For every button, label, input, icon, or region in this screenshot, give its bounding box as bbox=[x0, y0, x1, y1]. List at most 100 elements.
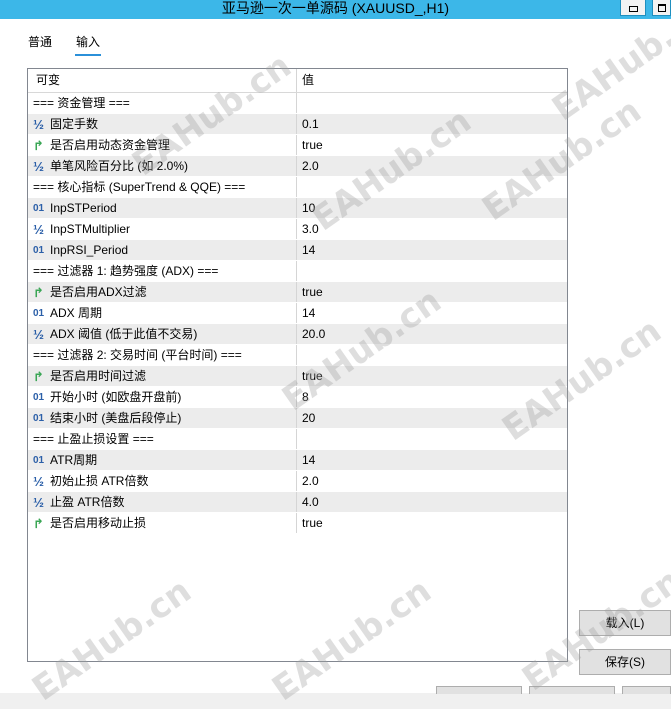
parameter-value-cell[interactable]: true bbox=[298, 282, 567, 302]
parameter-value-cell[interactable]: 10 bbox=[298, 198, 567, 218]
parameter-row[interactable]: ↱ 是否启用时间过滤 true bbox=[28, 366, 567, 387]
parameter-value-cell bbox=[298, 261, 567, 281]
double-type-icon: ½ bbox=[33, 474, 44, 489]
parameter-name: InpSTPeriod bbox=[50, 201, 117, 215]
parameter-value-cell[interactable]: true bbox=[298, 366, 567, 386]
bool-type-icon: ↱ bbox=[33, 285, 44, 300]
section-row[interactable]: === 资金管理 === bbox=[28, 93, 567, 114]
parameter-name: 结束小时 (美盘后段停止) bbox=[50, 411, 182, 425]
window-title: 亚马逊一次一单源码 (XAUUSD_,H1) bbox=[221, 0, 450, 16]
parameter-name-cell: ↱ 是否启用动态资金管理 bbox=[28, 135, 297, 155]
section-row[interactable]: === 止盈止损设置 === bbox=[28, 429, 567, 450]
parameter-name-cell: ↱ 是否启用ADX过滤 bbox=[28, 282, 297, 302]
parameter-value-cell[interactable]: 14 bbox=[298, 450, 567, 470]
parameter-name: 初始止损 ATR倍数 bbox=[50, 474, 149, 488]
parameter-name: 是否启用移动止损 bbox=[50, 516, 147, 530]
parameter-name: === 过滤器 2: 交易时间 (平台时间) === bbox=[33, 348, 242, 362]
section-row[interactable]: === 核心指标 (SuperTrend & QQE) === bbox=[28, 177, 567, 198]
parameter-name-cell: 01 ADX 周期 bbox=[28, 303, 297, 323]
section-row[interactable]: === 过滤器 2: 交易时间 (平台时间) === bbox=[28, 345, 567, 366]
parameter-value-cell[interactable]: 20.0 bbox=[298, 324, 567, 344]
parameter-value-cell[interactable]: 14 bbox=[298, 303, 567, 323]
parameter-name-cell: === 止盈止损设置 === bbox=[28, 429, 297, 449]
parameter-name-cell: ½ ADX 阈值 (低于此值不交易) bbox=[28, 324, 297, 344]
parameter-value-cell bbox=[298, 429, 567, 449]
double-type-icon: ½ bbox=[33, 222, 44, 237]
load-button[interactable]: 载入(L) bbox=[579, 610, 671, 636]
variable-column-header[interactable]: 可变 bbox=[28, 69, 297, 92]
save-button[interactable]: 保存(S) bbox=[579, 649, 671, 675]
parameter-value-cell bbox=[298, 93, 567, 113]
parameter-value-cell bbox=[298, 345, 567, 365]
properties-dialog: 普通 输入 可变 值 === 资金管理 === ½ 固定手数 0.1 ↱ 是否启用动态资金… bbox=[0, 19, 671, 693]
parameter-name: === 止盈止损设置 === bbox=[33, 432, 154, 446]
parameter-value-cell bbox=[298, 177, 567, 197]
parameter-name-cell: ½ 止盈 ATR倍数 bbox=[28, 492, 297, 512]
bool-type-icon: ↱ bbox=[33, 138, 44, 153]
parameter-value-cell[interactable]: 14 bbox=[298, 240, 567, 260]
parameter-name: 止盈 ATR倍数 bbox=[50, 495, 125, 509]
parameter-name-cell: === 资金管理 === bbox=[28, 93, 297, 113]
parameter-name: 是否启用ADX过滤 bbox=[50, 285, 147, 299]
bool-type-icon: ↱ bbox=[33, 516, 44, 531]
parameter-value-cell[interactable]: 3.0 bbox=[298, 219, 567, 239]
parameter-name: 固定手数 bbox=[50, 117, 99, 131]
parameter-name-cell: ↱ 是否启用移动止损 bbox=[28, 513, 297, 533]
parameter-name-cell: === 过滤器 2: 交易时间 (平台时间) === bbox=[28, 345, 297, 365]
parameter-name-cell: === 核心指标 (SuperTrend & QQE) === bbox=[28, 177, 297, 197]
parameter-value-cell[interactable]: 20 bbox=[298, 408, 567, 428]
parameter-row[interactable]: ↱ 是否启用动态资金管理 true bbox=[28, 135, 567, 156]
parameter-name-cell: ↱ 是否启用时间过滤 bbox=[28, 366, 297, 386]
parameter-row[interactable]: ↱ 是否启用ADX过滤 true bbox=[28, 282, 567, 303]
parameter-name-cell: 01 ATR周期 bbox=[28, 450, 297, 470]
section-row[interactable]: === 过滤器 1: 趋势强度 (ADX) === bbox=[28, 261, 567, 282]
parameter-value-cell[interactable]: 2.0 bbox=[298, 471, 567, 491]
integer-type-icon: 01 bbox=[32, 245, 45, 256]
parameter-value-cell[interactable]: 2.0 bbox=[298, 156, 567, 176]
parameter-name-cell: 01 InpSTPeriod bbox=[28, 198, 297, 218]
tab-common[interactable]: 普通 bbox=[28, 34, 52, 56]
double-type-icon: ½ bbox=[33, 159, 44, 174]
title-bar: 亚马逊一次一单源码 (XAUUSD_,H1) bbox=[0, 0, 671, 19]
restore-button[interactable] bbox=[620, 0, 646, 16]
parameter-name-cell: ½ 初始止损 ATR倍数 bbox=[28, 471, 297, 491]
parameter-value-cell[interactable]: 4.0 bbox=[298, 492, 567, 512]
parameter-row[interactable]: 01 InpSTPeriod 10 bbox=[28, 198, 567, 219]
parameter-row[interactable]: 01 InpRSI_Period 14 bbox=[28, 240, 567, 261]
parameter-row[interactable]: ½ 初始止损 ATR倍数 2.0 bbox=[28, 471, 567, 492]
parameter-name-cell: ½ InpSTMultiplier bbox=[28, 219, 297, 239]
parameter-value-cell[interactable]: 0.1 bbox=[298, 114, 567, 134]
tab-inputs[interactable]: 输入 bbox=[74, 34, 102, 56]
bool-type-icon: ↱ bbox=[33, 369, 44, 384]
integer-type-icon: 01 bbox=[32, 455, 45, 466]
parameter-name: === 过滤器 1: 趋势强度 (ADX) === bbox=[33, 264, 219, 278]
parameter-row[interactable]: 01 ADX 周期 14 bbox=[28, 303, 567, 324]
parameter-row[interactable]: ½ 单笔风险百分比 (如 2.0%) 2.0 bbox=[28, 156, 567, 177]
parameter-row[interactable]: ½ InpSTMultiplier 3.0 bbox=[28, 219, 567, 240]
parameter-name: === 核心指标 (SuperTrend & QQE) === bbox=[33, 180, 246, 194]
double-type-icon: ½ bbox=[33, 117, 44, 132]
parameter-name-cell: ½ 固定手数 bbox=[28, 114, 297, 134]
parameter-row[interactable]: ½ ADX 阈值 (低于此值不交易) 20.0 bbox=[28, 324, 567, 345]
parameter-name: 开始小时 (如欧盘开盘前) bbox=[50, 390, 182, 404]
parameter-row[interactable]: ↱ 是否启用移动止损 true bbox=[28, 513, 567, 534]
maximize-button[interactable] bbox=[652, 0, 671, 16]
parameter-row[interactable]: 01 结束小时 (美盘后段停止) 20 bbox=[28, 408, 567, 429]
double-type-icon: ½ bbox=[33, 495, 44, 510]
parameter-value-cell[interactable]: true bbox=[298, 513, 567, 533]
parameter-name-cell: ½ 单笔风险百分比 (如 2.0%) bbox=[28, 156, 297, 176]
parameter-row[interactable]: 01 开始小时 (如欧盘开盘前) 8 bbox=[28, 387, 567, 408]
integer-type-icon: 01 bbox=[32, 413, 45, 424]
integer-type-icon: 01 bbox=[32, 392, 45, 403]
double-type-icon: ½ bbox=[33, 327, 44, 342]
parameter-name: ADX 阈值 (低于此值不交易) bbox=[50, 327, 198, 341]
parameter-value-cell[interactable]: 8 bbox=[298, 387, 567, 407]
parameter-name-cell: 01 结束小时 (美盘后段停止) bbox=[28, 408, 297, 428]
grid-header: 可变 值 bbox=[28, 69, 567, 93]
parameter-row[interactable]: ½ 固定手数 0.1 bbox=[28, 114, 567, 135]
parameter-name-cell: 01 InpRSI_Period bbox=[28, 240, 297, 260]
parameter-row[interactable]: ½ 止盈 ATR倍数 4.0 bbox=[28, 492, 567, 513]
value-column-header[interactable]: 值 bbox=[298, 69, 567, 92]
parameter-value-cell[interactable]: true bbox=[298, 135, 567, 155]
parameter-row[interactable]: 01 ATR周期 14 bbox=[28, 450, 567, 471]
